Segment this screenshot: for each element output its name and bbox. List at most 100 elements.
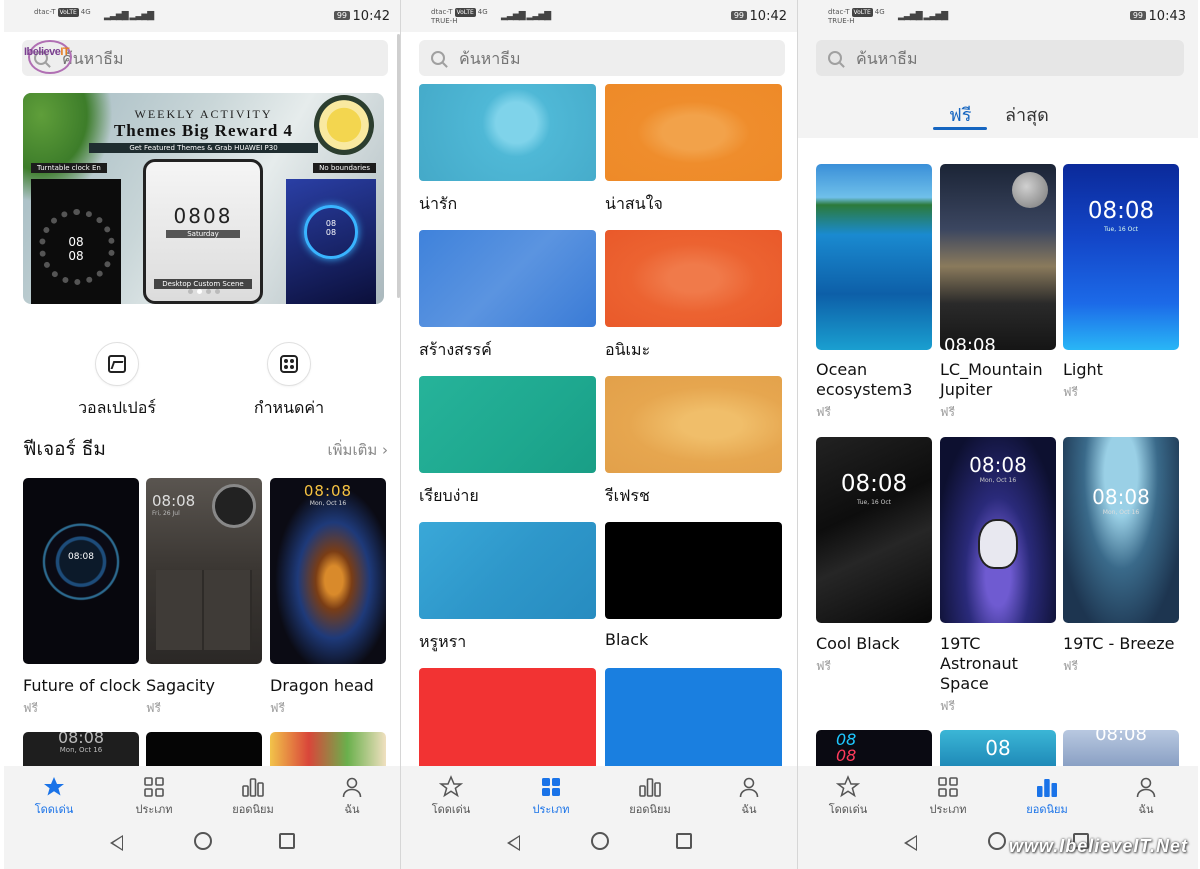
theme-name[interactable]: Ocean ecosystem3 (816, 360, 932, 400)
category-black[interactable] (605, 522, 782, 619)
nav-categories[interactable]: ประเภท (506, 774, 596, 818)
back-icon[interactable] (110, 835, 123, 851)
star-icon (9, 774, 99, 800)
wallpaper-shortcut[interactable]: วอลเปเปอร์ (42, 342, 192, 421)
category-luxury[interactable] (419, 522, 596, 619)
theme-thumb-row2-1[interactable]: 08:08 Mon, Oct 16 (23, 732, 139, 766)
theme-price: ฟรี (940, 699, 955, 713)
battery-icon: 99 (333, 11, 350, 20)
category-label[interactable]: สร้างสรรค์ (419, 338, 492, 363)
promo-banner[interactable]: WEEKLY ACTIVITY Themes Big Reward 4 Get … (23, 93, 384, 304)
category-simple[interactable] (419, 376, 596, 473)
theme-thumb-row2-2[interactable] (146, 732, 262, 766)
search-icon (828, 51, 842, 65)
theme-thumb-sagacity[interactable]: 08:08 Fri, 26 Jul (146, 478, 262, 664)
category-label[interactable]: อนิเมะ (605, 338, 650, 363)
nav-categories[interactable]: ประเภท (903, 774, 993, 818)
theme-price: ฟรี (23, 701, 38, 715)
tab-latest[interactable]: ล่าสุด (1005, 100, 1049, 129)
banner-mid-time: 0808 (173, 204, 233, 228)
battery-icon: 99 (730, 11, 747, 20)
volte-badge: VoLTE (851, 8, 873, 17)
back-icon[interactable] (507, 835, 520, 851)
volte-badge: VoLTE (454, 8, 476, 17)
tab-indicator (933, 127, 987, 130)
nav-featured[interactable]: โดดเด่น (406, 774, 496, 818)
search-input[interactable] (459, 48, 719, 68)
nav-popular[interactable]: ยอดนิยม (1002, 774, 1092, 818)
theme-thumb-row2-3[interactable] (270, 732, 386, 766)
customize-shortcut[interactable]: กำหนดค่า (214, 342, 364, 421)
section-title: ฟีเจอร์ ธีม (23, 438, 106, 460)
search-input[interactable] (856, 48, 1116, 68)
moon-icon (1012, 172, 1048, 208)
search-bar[interactable] (22, 40, 388, 76)
home-icon[interactable] (988, 832, 1006, 850)
theme-price: ฟรี (940, 405, 955, 419)
theme-thumb-future-of-clock[interactable]: 08:08 (23, 478, 139, 664)
theme-thumb-ocean-ecosystem3[interactable] (816, 164, 932, 350)
bar-chart-icon (1002, 774, 1092, 800)
home-icon[interactable] (591, 832, 609, 850)
home-icon[interactable] (194, 832, 212, 850)
nav-categories[interactable]: ประเภท (109, 774, 199, 818)
nav-featured[interactable]: โดดเด่น (9, 774, 99, 818)
recents-icon[interactable] (676, 833, 692, 849)
search-bar[interactable] (816, 40, 1184, 76)
search-input[interactable] (62, 48, 322, 68)
banner-label-left: Turntable clock En (31, 163, 107, 173)
phone-categories-screen: dtac-TVoLTE4G TRUE-H ▂▃▅▇ ▂▃▅▇ 99 10:42 น… (401, 0, 799, 869)
category-label[interactable]: เรียบง่าย (419, 484, 479, 509)
category-label[interactable]: หรูหรา (419, 630, 466, 655)
category-refresh[interactable] (605, 376, 782, 473)
tab-free[interactable]: ฟรี (949, 100, 971, 129)
nav-featured[interactable]: โดดเด่น (803, 774, 893, 818)
nav-me[interactable]: ฉัน (704, 774, 794, 818)
net-gen: 4G (477, 8, 488, 16)
theme-thumb-lc-mountain-jupiter[interactable]: 08:08 (940, 164, 1056, 350)
category-label[interactable]: รีเฟรช (605, 484, 650, 509)
nav-me[interactable]: ฉัน (307, 774, 397, 818)
category-red[interactable] (419, 668, 596, 766)
category-label[interactable]: น่าสนใจ (605, 192, 663, 217)
theme-name[interactable]: 19TC Astronaut Space (940, 634, 1056, 694)
theme-thumb-row3-2[interactable]: 08 (940, 730, 1056, 766)
phone-featured-screen: dtac-T VoLTE 4G ▂▃▅▇ ▂▃▅▇ 99 10:42 Ibeliev… (4, 0, 402, 869)
category-cute[interactable] (419, 84, 596, 181)
theme-name[interactable]: 19TC - Breeze (1063, 634, 1179, 654)
star-icon (803, 774, 893, 800)
theme-thumb-light[interactable]: 08:08 Tue, 16 Oct (1063, 164, 1179, 350)
category-creative[interactable] (419, 230, 596, 327)
theme-name[interactable]: Light (1063, 360, 1179, 380)
theme-name[interactable]: Sagacity (146, 676, 215, 696)
search-bar[interactable] (419, 40, 785, 76)
theme-name[interactable]: Cool Black (816, 634, 932, 654)
nav-popular[interactable]: ยอดนิยม (208, 774, 298, 818)
recents-icon[interactable] (279, 833, 295, 849)
theme-thumb-row3-3[interactable]: 08:08 (1063, 730, 1179, 766)
phone-popular-screen: dtac-TVoLTE4G TRUE-H ▂▃▅▇ ▂▃▅▇ 99 10:43 ฟ… (798, 0, 1198, 869)
banner-subtitle: Get Featured Themes & Grab HUAWEI P30 (89, 143, 318, 153)
chevron-right-icon: › (382, 441, 388, 459)
nav-me[interactable]: ฉัน (1101, 774, 1191, 818)
clock: 10:42 (352, 9, 390, 24)
theme-thumb-19tc-astronaut-space[interactable]: 08:08 Mon, Oct 16 (940, 437, 1056, 623)
theme-name[interactable]: Dragon head (270, 676, 374, 696)
theme-name[interactable]: LC_Mountain Jupiter (940, 360, 1056, 400)
theme-name[interactable]: Future of clock (23, 676, 141, 696)
clock: 10:43 (1148, 9, 1186, 24)
more-link[interactable]: เพิ่มเติม › (328, 438, 388, 462)
back-icon[interactable] (904, 835, 917, 851)
theme-thumb-row3-1[interactable]: 08 08 (816, 730, 932, 766)
category-blue[interactable] (605, 668, 782, 766)
image-icon (108, 355, 126, 373)
theme-thumb-19tc-breeze[interactable]: 08:08 Mon, Oct 16 (1063, 437, 1179, 623)
theme-thumb-cool-black[interactable]: 08:08 Tue, 16 Oct (816, 437, 932, 623)
category-anime[interactable] (605, 230, 782, 327)
category-label[interactable]: Black (605, 630, 648, 649)
theme-thumb-dragon-head[interactable]: 08:08 Mon, Oct 16 (270, 478, 386, 664)
category-interesting[interactable] (605, 84, 782, 181)
signal-icon: ▂▃▅▇ ▂▃▅▇ (898, 11, 948, 21)
category-label[interactable]: น่ารัก (419, 192, 457, 217)
nav-popular[interactable]: ยอดนิยม (605, 774, 695, 818)
